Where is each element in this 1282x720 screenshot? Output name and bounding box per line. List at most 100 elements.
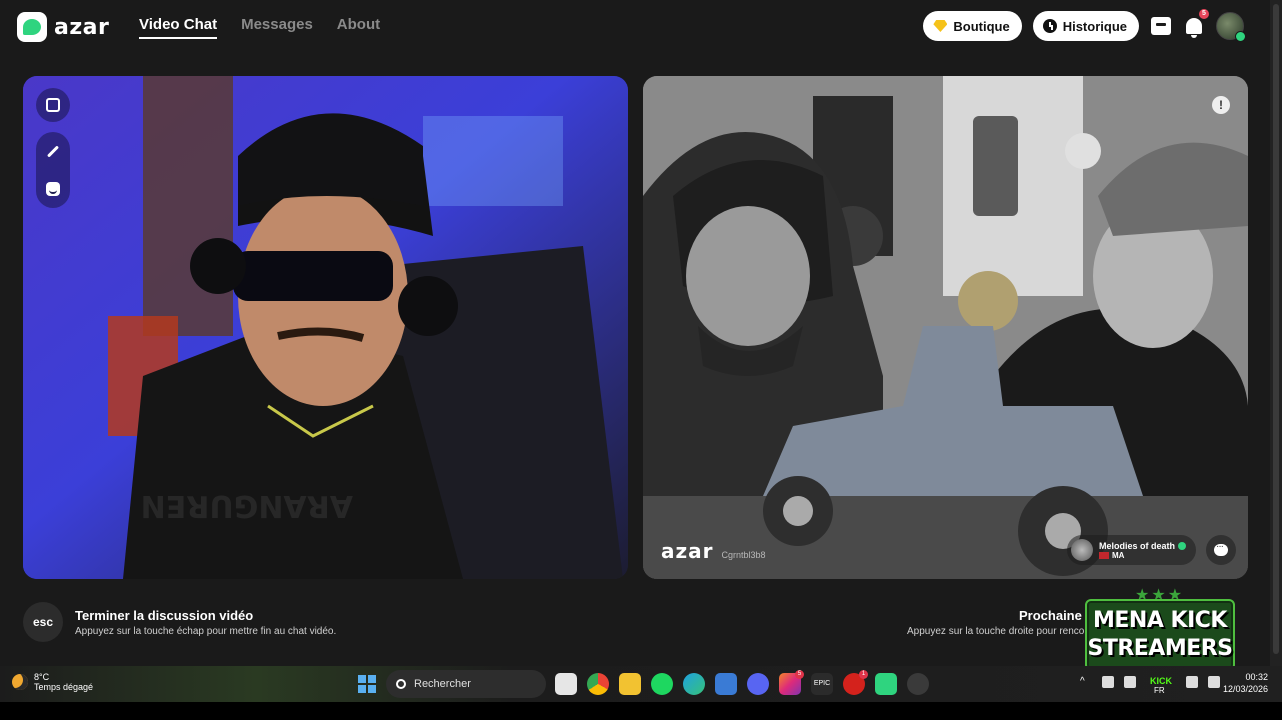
effects-group [36, 132, 70, 208]
search-placeholder: Rechercher [414, 678, 471, 690]
chat-bubble-icon [1214, 541, 1228, 556]
notification-badge: 5 [1199, 9, 1209, 19]
language-indicator[interactable]: FR [1154, 686, 1165, 695]
mena-kick-streamers-badge: ★★★ MENA KICK STREAMERS [1085, 585, 1235, 677]
report-button[interactable]: ! [1212, 96, 1230, 114]
nav-actions: Boutique Historique 5 [923, 9, 1246, 42]
weather-temp: 8°C [34, 672, 50, 682]
gem-icon [933, 20, 948, 32]
clock-date: 12/03/2026 [1222, 684, 1268, 694]
end-chat-title: Terminer la discussion vidéo [75, 607, 254, 623]
expand-icon [46, 98, 60, 112]
end-chat-text: Terminer la discussion vidéo Appuyez sur… [75, 608, 336, 637]
bottom-strip [0, 702, 1282, 720]
fire-app-icon[interactable]: 1 [843, 670, 868, 695]
partner-country: MA [1098, 550, 1186, 560]
esc-button[interactable]: esc [23, 602, 63, 642]
end-chat-action: esc Terminer la discussion vidéo Appuyez… [23, 602, 336, 642]
partner-avatar [1070, 539, 1093, 561]
edge-icon[interactable] [683, 673, 705, 695]
clock-icon [1042, 19, 1057, 33]
partner-country-code: MA [1111, 550, 1125, 560]
taskbar: 8°C Temps dégagé Rechercher 5 EPIC 1 ^ 0… [0, 666, 1282, 702]
pinned-apps: 5 EPIC 1 [555, 670, 929, 695]
obs-icon[interactable] [907, 673, 929, 695]
badge-box: MENA KICK STREAMERS [1085, 599, 1235, 671]
chevron-up-icon[interactable]: ^ [1080, 676, 1092, 688]
app-window: azar Video Chat Messages About Boutique … [0, 0, 1282, 720]
magic-wand-icon [46, 144, 60, 158]
face-filter-button[interactable] [40, 176, 66, 202]
clock-time: 00:32 [1245, 672, 1268, 682]
session-id: Cgrntbl3b8 [721, 550, 766, 560]
boutique-label: Boutique [953, 18, 1010, 34]
kick-label: KICK [1150, 676, 1172, 686]
notifications-button[interactable]: 5 [1183, 9, 1209, 38]
effects-button[interactable] [40, 138, 66, 164]
azar-logo-text: azar [54, 14, 110, 40]
store-app-icon[interactable] [715, 673, 737, 695]
fire-app-badge: 1 [859, 670, 868, 679]
profile-button[interactable] [1216, 12, 1246, 42]
instagram-icon[interactable]: 5 [779, 670, 804, 695]
end-chat-hint: Appuyez sur la touche échap pour mettre … [75, 625, 337, 637]
chat-button[interactable] [1206, 535, 1236, 565]
nav-links: Video Chat Messages About [139, 16, 380, 39]
start-button[interactable] [358, 675, 376, 693]
store-button[interactable] [1150, 15, 1172, 37]
verified-icon [1178, 541, 1186, 550]
taskbar-search[interactable]: Rechercher [386, 670, 546, 698]
partner-video-frame [643, 76, 1248, 579]
weather-text: 8°C Temps dégagé [34, 672, 93, 692]
flag-icon [1098, 551, 1109, 559]
azar-logo[interactable]: azar [17, 12, 109, 42]
volume-icon[interactable] [1208, 676, 1220, 688]
instagram-badge: 5 [795, 670, 804, 679]
badge-line-1: MENA KICK [1093, 608, 1227, 633]
partner-video: ! azar Cgrntbl3b8 Melodies of death MA [643, 76, 1248, 579]
azar-watermark: azar Cgrntbl3b8 [661, 539, 766, 563]
top-nav: azar Video Chat Messages About Boutique … [0, 0, 1270, 52]
taskview-icon[interactable] [555, 673, 577, 695]
next-chat-title: Prochaine [1019, 608, 1082, 623]
partner-name-text: Melodies of death [1098, 540, 1175, 551]
badge-line-2: STREAMERS [1087, 636, 1233, 661]
spotify-icon[interactable] [651, 673, 673, 695]
partner-name: Melodies of death [1099, 541, 1186, 551]
self-video: ARANGUREN [23, 76, 628, 579]
bell-icon [1186, 18, 1202, 38]
self-video-frame: ARANGUREN [23, 76, 628, 579]
search-icon [396, 679, 406, 689]
camera-tools [36, 88, 70, 208]
store-icon [1151, 17, 1171, 35]
face-filter-icon [46, 182, 60, 196]
expand-button[interactable] [36, 88, 70, 122]
watermark-logo: azar [661, 539, 714, 563]
boutique-button[interactable]: Boutique [923, 11, 1022, 41]
partner-profile-chip[interactable]: Melodies of death MA [1066, 535, 1196, 565]
nav-about[interactable]: About [337, 16, 380, 39]
partner-info: Melodies of death MA [1098, 541, 1186, 560]
moon-icon [12, 674, 28, 690]
epic-games-icon[interactable]: EPIC [811, 673, 833, 695]
page-scrollbar[interactable] [1270, 0, 1282, 666]
azar-app-icon[interactable] [875, 673, 897, 695]
cloud-icon[interactable] [1102, 676, 1114, 688]
online-badge [1235, 31, 1246, 42]
folder-icon[interactable] [619, 673, 641, 695]
discord-icon[interactable] [747, 673, 769, 695]
weather-widget[interactable]: 8°C Temps dégagé [12, 672, 93, 692]
taskbar-clock[interactable]: 00:32 12/03/2026 [1223, 672, 1268, 694]
wifi-icon[interactable] [1186, 676, 1198, 688]
next-chat-hint: Appuyez sur la touche droite pour renco [907, 626, 1085, 637]
chrome-icon[interactable] [587, 673, 609, 695]
nav-video-chat[interactable]: Video Chat [139, 16, 218, 39]
avatar [1216, 12, 1246, 42]
svg-text:ARANGUREN: ARANGUREN [141, 488, 353, 523]
mic-icon[interactable] [1124, 676, 1136, 688]
scrollbar-thumb[interactable] [1273, 4, 1279, 654]
nav-messages[interactable]: Messages [241, 16, 313, 39]
weather-desc: Temps dégagé [34, 682, 94, 692]
historique-button[interactable]: Historique [1032, 11, 1139, 41]
azar-logo-icon [17, 12, 47, 42]
